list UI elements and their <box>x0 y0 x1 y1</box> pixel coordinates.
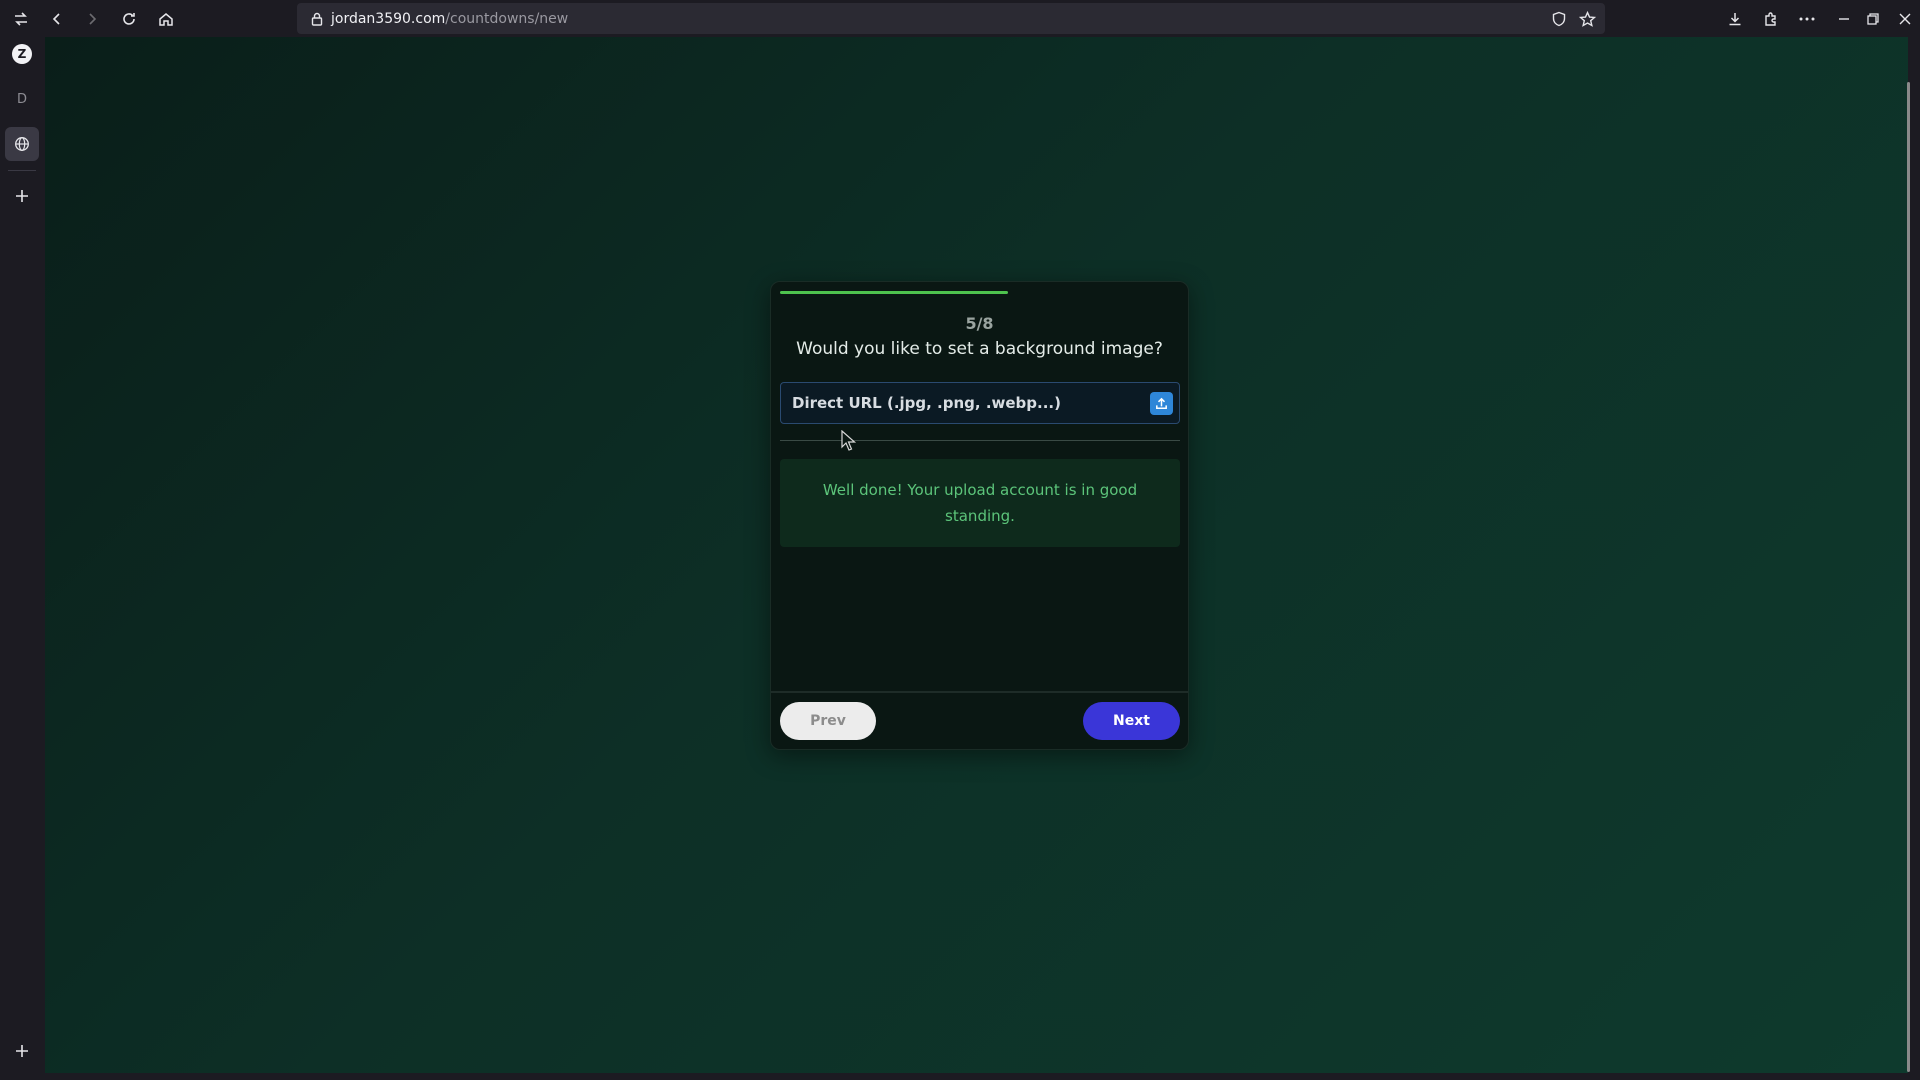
shield-icon[interactable] <box>1547 7 1571 31</box>
upload-button[interactable] <box>1150 391 1173 415</box>
bookmark-star-icon[interactable] <box>1575 7 1599 31</box>
mouse-cursor-icon <box>841 430 857 451</box>
url-path: /countdowns/new <box>445 10 569 27</box>
url-host: jordan3590.com <box>331 10 446 27</box>
success-alert: Well done! Your upload account is in goo… <box>780 459 1180 547</box>
prev-button[interactable]: Prev <box>780 702 876 740</box>
globe-tab[interactable] <box>5 127 39 161</box>
step-indicator: 5/8 <box>965 314 994 333</box>
browser-sidebar: Z D <box>0 37 45 1080</box>
plus-icon <box>16 190 28 202</box>
close-icon[interactable] <box>1890 4 1920 34</box>
section-divider <box>780 440 1180 441</box>
page-scrollbar[interactable] <box>1907 82 1910 1072</box>
download-icon[interactable] <box>1720 4 1750 34</box>
extensions-icon[interactable] <box>1756 4 1786 34</box>
forward-icon[interactable] <box>77 4 107 34</box>
home-icon[interactable] <box>151 4 181 34</box>
footer-divider <box>771 691 1188 693</box>
wizard-question: Would you like to set a background image… <box>796 339 1163 359</box>
sidebar-tab-letter: D <box>16 91 27 107</box>
menu-more-icon[interactable] <box>1792 4 1822 34</box>
progress-bar <box>780 291 1180 294</box>
reload-icon[interactable] <box>114 4 144 34</box>
avatar: Z <box>12 44 32 64</box>
sidebar-divider <box>8 170 36 171</box>
add-panel-button[interactable] <box>5 1034 39 1068</box>
progress-fill <box>780 291 1008 294</box>
plus-icon <box>16 1045 28 1057</box>
upload-icon <box>1156 397 1167 409</box>
lock-icon[interactable] <box>307 9 327 29</box>
next-button[interactable]: Next <box>1083 702 1180 740</box>
profile-avatar[interactable]: Z <box>5 37 39 71</box>
sidebar-toggle-icon[interactable] <box>6 4 36 34</box>
restore-icon[interactable] <box>1858 4 1888 34</box>
globe-icon <box>15 137 29 151</box>
minimize-icon[interactable] <box>1829 4 1859 34</box>
background-url-input[interactable] <box>781 383 1150 423</box>
address-bar[interactable]: jordan3590.com/countdowns/new <box>297 3 1605 34</box>
back-icon[interactable] <box>42 4 72 34</box>
browser-toolbar: jordan3590.com/countdowns/new <box>0 0 1920 37</box>
new-tab-button[interactable] <box>5 179 39 213</box>
background-url-field <box>780 382 1180 424</box>
countdown-wizard-dialog: 5/8 Would you like to set a background i… <box>770 281 1189 750</box>
sidebar-tab-d[interactable]: D <box>5 82 39 116</box>
